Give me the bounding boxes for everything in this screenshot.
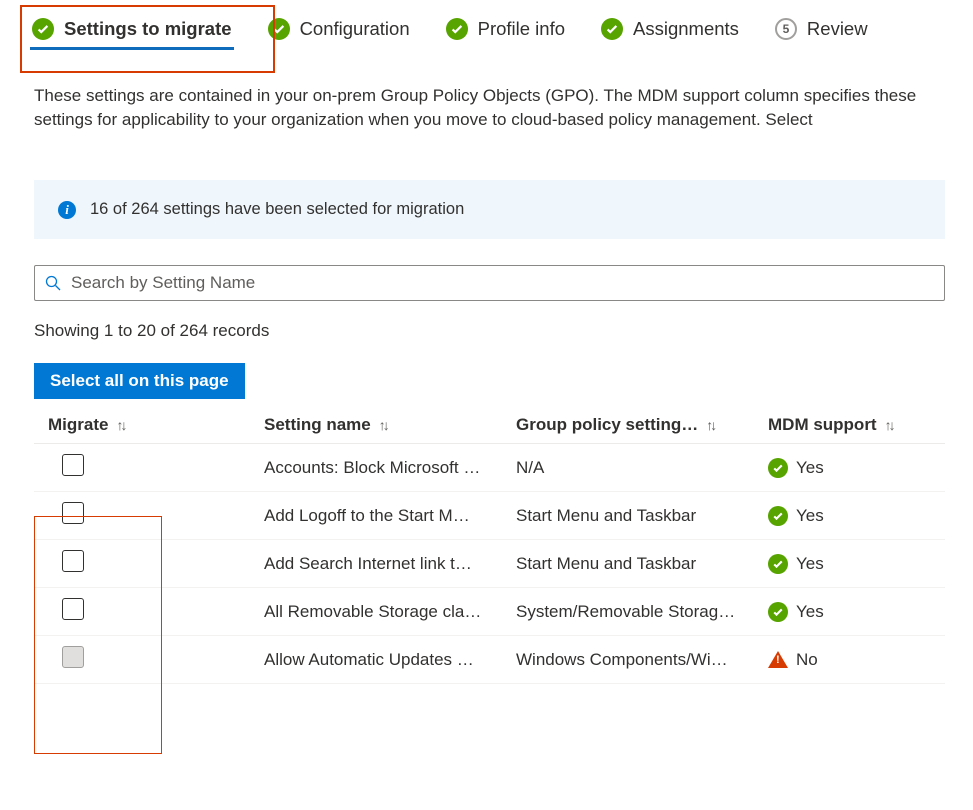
info-banner-text: 16 of 264 settings have been selected fo…	[90, 200, 464, 219]
tab-label: Review	[807, 18, 868, 40]
cell-migrate	[34, 454, 264, 481]
col-header-setting-name[interactable]: Setting name ↑↓	[264, 415, 516, 435]
col-header-group-policy[interactable]: Group policy setting… ↑↓	[516, 415, 768, 435]
mdm-support-value: Yes	[796, 602, 824, 622]
check-icon	[32, 18, 54, 40]
check-icon	[768, 602, 788, 622]
cell-migrate	[34, 550, 264, 577]
tab-label: Configuration	[300, 18, 410, 40]
table-row: Add Search Internet link t…Start Menu an…	[34, 540, 945, 588]
table-row: Add Logoff to the Start M…Start Menu and…	[34, 492, 945, 540]
cell-mdm-support: Yes	[768, 506, 945, 526]
select-all-button[interactable]: Select all on this page	[34, 363, 245, 399]
col-header-label: Migrate	[48, 415, 108, 435]
check-icon	[768, 554, 788, 574]
col-header-label: Setting name	[264, 415, 371, 435]
table-body: Accounts: Block Microsoft …N/AYesAdd Log…	[34, 444, 945, 684]
tab-label: Profile info	[478, 18, 565, 40]
showing-records-text: Showing 1 to 20 of 264 records	[34, 321, 945, 341]
sort-icon: ↑↓	[116, 417, 124, 433]
migrate-checkbox[interactable]	[62, 550, 84, 572]
cell-group-policy: Start Menu and Taskbar	[516, 506, 768, 526]
mdm-support-value: Yes	[796, 458, 824, 478]
migrate-checkbox[interactable]	[62, 454, 84, 476]
sort-icon: ↑↓	[706, 417, 714, 433]
cell-setting-name: Add Logoff to the Start M…	[264, 506, 516, 526]
cell-group-policy: System/Removable Storag…	[516, 602, 768, 622]
search-icon	[45, 275, 61, 291]
mdm-support-value: Yes	[796, 554, 824, 574]
check-icon	[768, 458, 788, 478]
cell-mdm-support: Yes	[768, 602, 945, 622]
col-header-label: MDM support	[768, 415, 877, 435]
check-icon	[601, 18, 623, 40]
cell-setting-name: Accounts: Block Microsoft …	[264, 458, 516, 478]
table-header: Migrate ↑↓ Setting name ↑↓ Group policy …	[34, 407, 945, 444]
cell-mdm-support: No	[768, 650, 945, 670]
check-icon	[446, 18, 468, 40]
step-number-icon: 5	[775, 18, 797, 40]
col-header-label: Group policy setting…	[516, 415, 698, 435]
tab-assignments[interactable]: Assignments	[597, 10, 743, 50]
sort-icon: ↑↓	[885, 417, 893, 433]
settings-table: Migrate ↑↓ Setting name ↑↓ Group policy …	[34, 407, 945, 684]
mdm-support-value: No	[796, 650, 818, 670]
tab-label: Assignments	[633, 18, 739, 40]
migrate-checkbox	[62, 646, 84, 668]
cell-migrate	[34, 646, 264, 673]
info-icon: i	[58, 201, 76, 219]
cell-mdm-support: Yes	[768, 554, 945, 574]
cell-setting-name: Allow Automatic Updates …	[264, 650, 516, 670]
info-banner: i 16 of 264 settings have been selected …	[34, 180, 945, 239]
cell-setting-name: Add Search Internet link t…	[264, 554, 516, 574]
col-header-migrate[interactable]: Migrate ↑↓	[34, 415, 264, 435]
tab-profile-info[interactable]: Profile info	[442, 10, 569, 50]
tab-settings-to-migrate[interactable]: Settings to migrate	[28, 10, 236, 50]
cell-migrate	[34, 502, 264, 529]
cell-group-policy: Start Menu and Taskbar	[516, 554, 768, 574]
table-row: Accounts: Block Microsoft …N/A Yes	[34, 444, 945, 492]
migrate-checkbox[interactable]	[62, 598, 84, 620]
cell-setting-name: All Removable Storage cla…	[264, 602, 516, 622]
table-row: All Removable Storage cla…System/Removab…	[34, 588, 945, 636]
check-icon	[768, 506, 788, 526]
tab-review[interactable]: 5 Review	[771, 10, 872, 50]
check-icon	[268, 18, 290, 40]
cell-group-policy: Windows Components/Wi…	[516, 650, 768, 670]
mdm-support-value: Yes	[796, 506, 824, 526]
table-row: Allow Automatic Updates …Windows Compone…	[34, 636, 945, 684]
cell-mdm-support: Yes	[768, 458, 945, 478]
wizard-tabs: Settings to migrate Configuration Profil…	[0, 0, 973, 56]
description-text: These settings are contained in your on-…	[34, 84, 945, 132]
cell-group-policy: N/A	[516, 458, 768, 478]
tab-label: Settings to migrate	[64, 18, 232, 40]
content-area: These settings are contained in your on-…	[0, 56, 973, 684]
migrate-checkbox[interactable]	[62, 502, 84, 524]
col-header-mdm-support[interactable]: MDM support ↑↓	[768, 415, 945, 435]
sort-icon: ↑↓	[379, 417, 387, 433]
warning-icon	[768, 651, 788, 668]
cell-migrate	[34, 598, 264, 625]
search-input[interactable]	[69, 272, 934, 294]
tab-configuration[interactable]: Configuration	[264, 10, 414, 50]
search-field-wrap[interactable]	[34, 265, 945, 301]
